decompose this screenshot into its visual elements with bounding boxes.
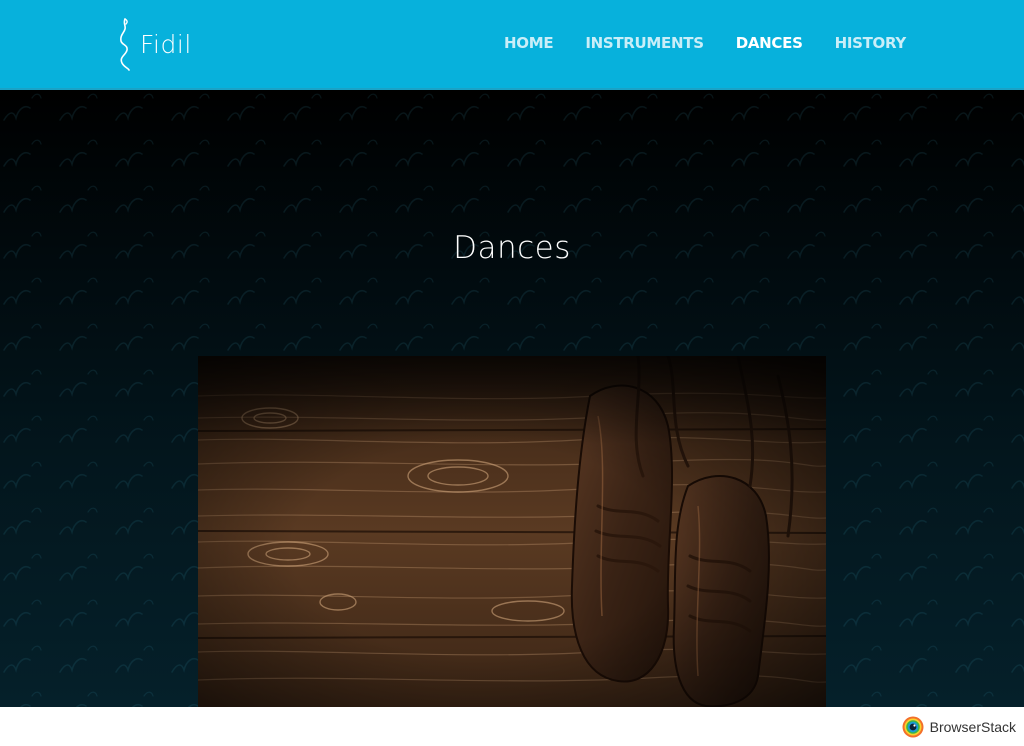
nav-item-history[interactable]: HISTORY <box>835 34 907 52</box>
browserstack-label: BrowserStack <box>929 719 1016 735</box>
dance-shoes-photo <box>198 356 826 707</box>
bottom-bar: BrowserStack <box>0 707 1024 746</box>
nav-item-instruments[interactable]: INSTRUMENTS <box>585 34 704 52</box>
violin-scroll-icon <box>120 18 130 71</box>
brand-logo[interactable]: Fidil <box>116 16 192 72</box>
page: Fidil HOME INSTRUMENTS DANCES HISTORY Da… <box>0 0 1024 746</box>
brand-name: Fidil <box>140 30 192 59</box>
nav-item-home[interactable]: HOME <box>504 34 554 52</box>
site-header: Fidil HOME INSTRUMENTS DANCES HISTORY <box>0 0 1024 90</box>
page-title: Dances <box>453 230 571 266</box>
hero-section: Dances <box>0 90 1024 707</box>
main-nav: HOME INSTRUMENTS DANCES HISTORY <box>472 34 906 52</box>
browserstack-badge[interactable]: BrowserStack <box>902 716 1016 738</box>
browserstack-logo-icon <box>902 716 924 738</box>
nav-item-dances[interactable]: DANCES <box>736 34 803 52</box>
